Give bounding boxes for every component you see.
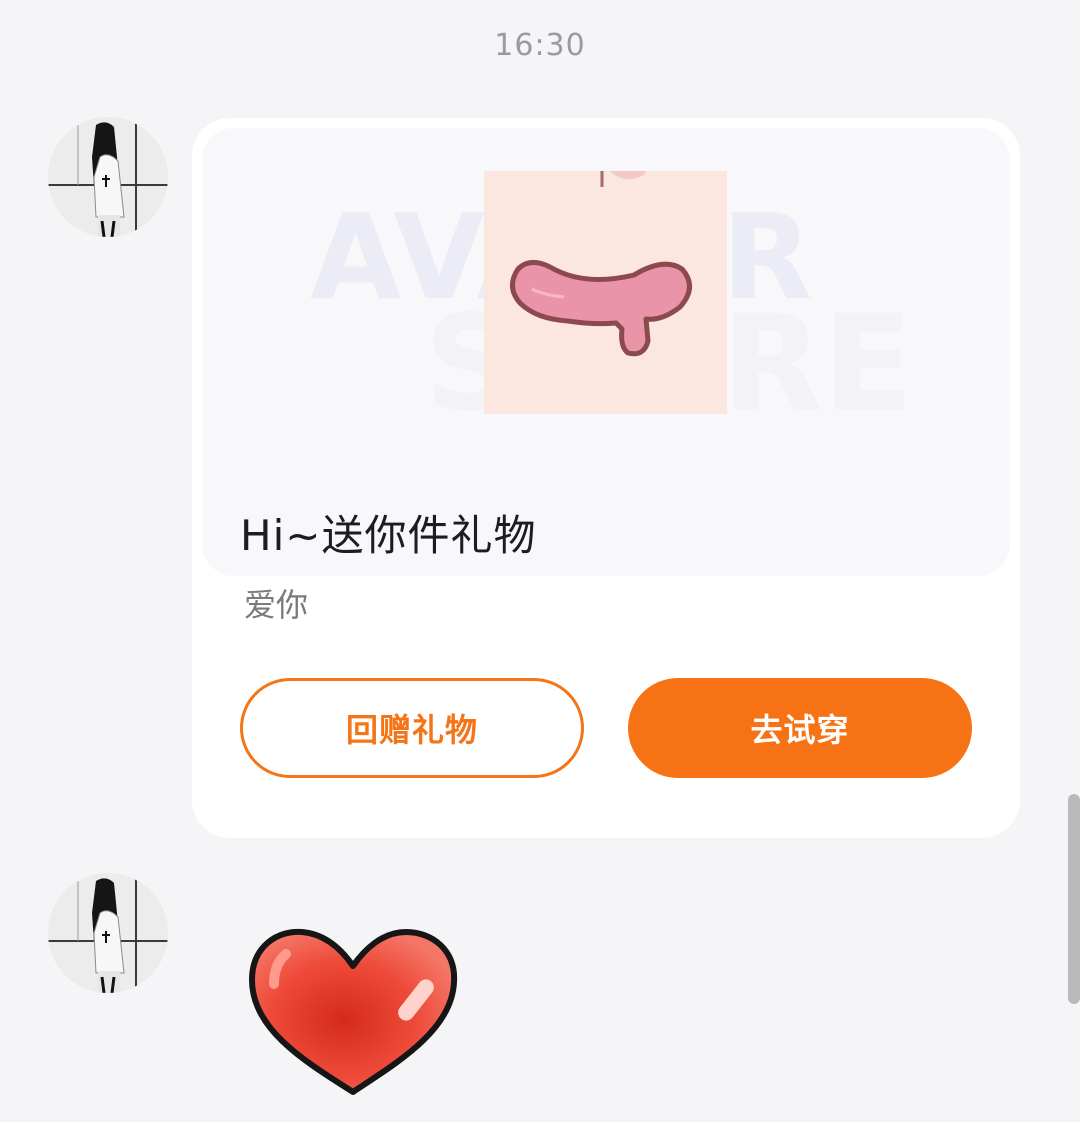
mouth-sticker-icon — [484, 171, 727, 414]
user-avatar-icon — [48, 117, 168, 237]
gift-card-title: Hi~送你件礼物 — [240, 511, 537, 560]
scrollbar[interactable] — [1068, 794, 1080, 1004]
sender-avatar[interactable] — [48, 873, 168, 993]
heart-sticker-icon[interactable] — [246, 924, 460, 1096]
gift-message-card[interactable]: AVATAR STORE Hi~送你件礼物 爱你 回赠礼物 去试穿 — [192, 118, 1020, 838]
gift-card-message: 爱你 — [244, 586, 309, 624]
sender-avatar[interactable] — [48, 117, 168, 237]
try-on-button[interactable]: 去试穿 — [628, 678, 972, 778]
user-avatar-icon — [48, 873, 168, 993]
message-timestamp: 16:30 — [494, 28, 586, 63]
return-gift-button[interactable]: 回赠礼物 — [240, 678, 584, 778]
